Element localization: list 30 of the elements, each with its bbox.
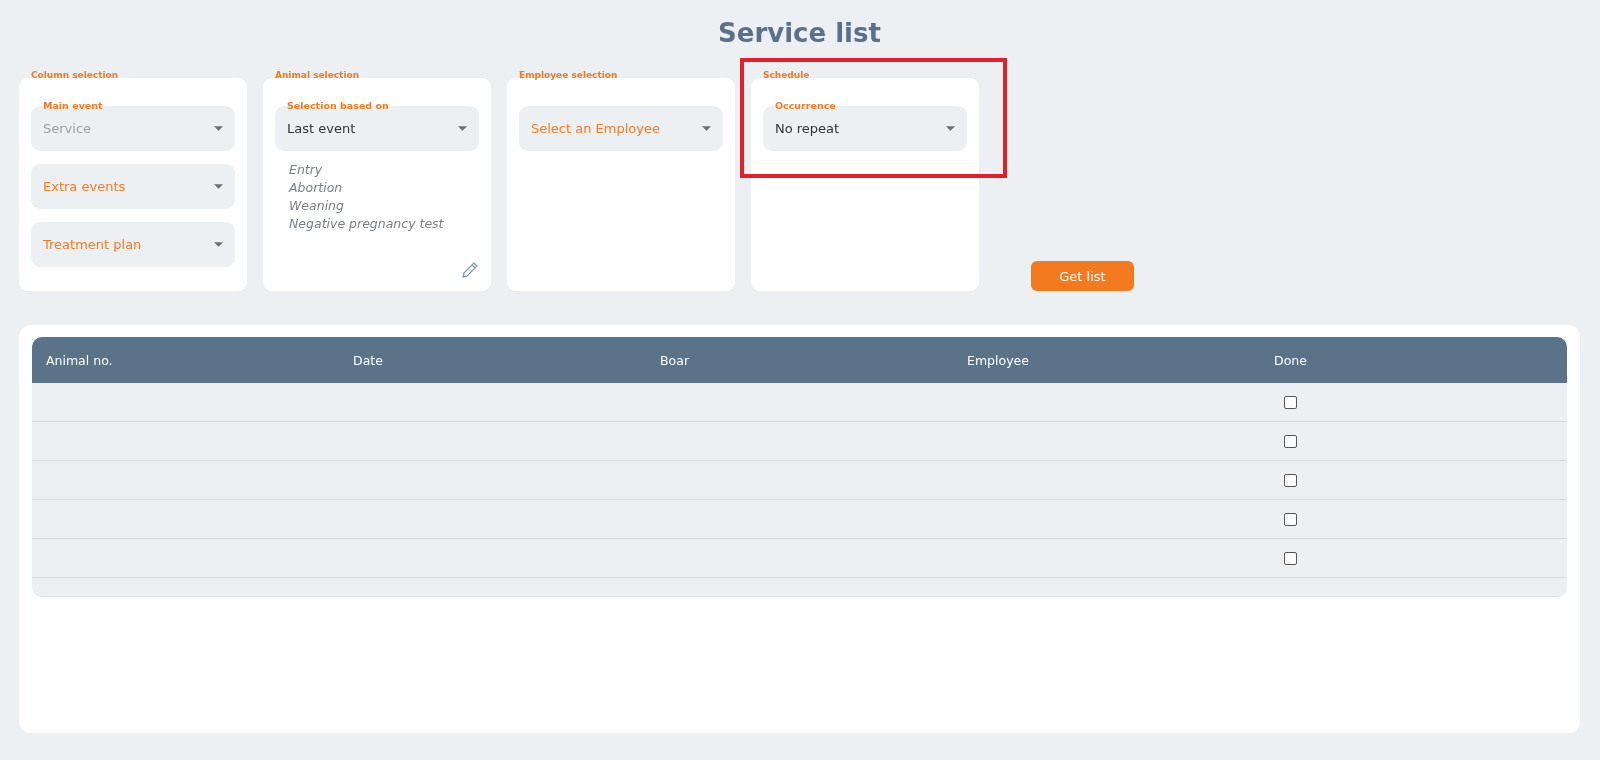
card-title: Employee selection (519, 70, 618, 80)
column-header: Date (352, 352, 384, 368)
caret-icon (214, 242, 223, 247)
card-title: Animal selection (275, 70, 360, 80)
dropdown[interactable]: Treatment plan (31, 222, 235, 267)
pencil-icon[interactable] (461, 261, 479, 279)
get-list-button[interactable]: Get list (1031, 261, 1134, 291)
event-item: Entry (289, 162, 324, 177)
checkbox[interactable] (1284, 512, 1297, 526)
column-header: Boar (659, 352, 691, 368)
event-item: Weaning (289, 198, 345, 213)
checkbox[interactable] (1284, 434, 1297, 448)
card-title: Column selection (31, 70, 119, 80)
event-item: Abortion (289, 180, 344, 195)
event-item: Negative pregnancy test (289, 216, 445, 231)
dropdown[interactable]: Extra events (31, 164, 235, 209)
dropdown[interactable]: Select an Employee (519, 106, 723, 151)
column-header: Employee (966, 352, 1030, 368)
checkbox[interactable] (1284, 395, 1297, 409)
column-header: Animal no. (45, 352, 114, 368)
page-title: Service list (718, 18, 881, 48)
checkbox[interactable] (1284, 551, 1297, 565)
caret-icon (458, 126, 467, 131)
column-header: Done (1273, 352, 1308, 368)
caret-icon (214, 126, 223, 131)
checkbox[interactable] (1284, 473, 1297, 487)
caret-icon (946, 126, 955, 131)
caret-icon (702, 126, 711, 131)
caret-icon (214, 184, 223, 189)
card-title: Schedule (763, 70, 810, 80)
